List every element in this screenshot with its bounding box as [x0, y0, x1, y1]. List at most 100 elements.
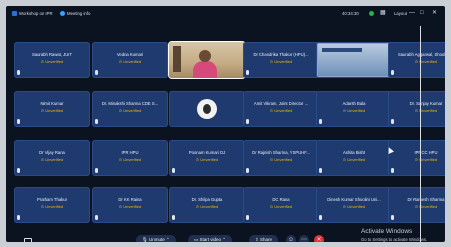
- participant-tile[interactable]: Dr. Sanjay Kumar ⊙ Unverified: [388, 91, 445, 127]
- verification-status: ⊙ Unverified: [269, 59, 293, 64]
- verification-status: ⊙ Unverified: [118, 108, 142, 113]
- start-video-label: Start video: [199, 237, 222, 242]
- participant-name: Vedna Kumari: [116, 52, 144, 57]
- unmute-button[interactable]: 🎙︎ Unmute ⌃: [136, 235, 176, 242]
- share-label: Share: [260, 237, 273, 242]
- participant-name: Saurabh Aggarwal, Shoolini ...: [397, 52, 445, 57]
- share-button[interactable]: ⇪ Share: [249, 235, 279, 242]
- verification-status: ⊙ Unverified: [414, 204, 438, 209]
- participant-tile[interactable]: Dr. Minakshi Sharma CDE S... ⊙ Unverified: [92, 91, 168, 127]
- participant-tile[interactable]: IPR HPU ⊙ Unverified: [92, 140, 168, 176]
- participant-tile[interactable]: Dr Ramesh Sharma ⊙ Unverified: [388, 187, 445, 223]
- emoji-icon: ☺: [287, 237, 295, 242]
- verification-status: ⊙ Unverified: [118, 157, 142, 162]
- participant-tile[interactable]: Amit Vikram, Joint Director ... ⊙ Unverif…: [243, 91, 319, 127]
- verification-status: ⊙ Unverified: [342, 157, 366, 162]
- participant-tile[interactable]: [169, 42, 245, 78]
- mic-muted-icon: [95, 70, 98, 75]
- meeting-window: Workshop on IPR Meeting info 40:34:30 ▦ …: [6, 6, 445, 242]
- mic-muted-icon: [17, 168, 20, 173]
- unmute-label: Unmute: [148, 237, 165, 242]
- verification-status: ⊙ Unverified: [342, 108, 366, 113]
- minimize-icon[interactable]: —: [409, 10, 415, 16]
- grid-icon[interactable]: ▦: [380, 10, 386, 16]
- start-video-button[interactable]: ▭ Start video ⌃: [188, 235, 233, 242]
- verification-status: ⊙ Unverified: [414, 157, 438, 162]
- verification-status: ⊙ Unverified: [40, 108, 64, 113]
- participant-tile[interactable]: Dr KK Raina ⊙ Unverified: [92, 187, 168, 223]
- participant-name: Saurabh Rawat, JUIT: [31, 52, 73, 57]
- participant-tile[interactable]: IPRCC HPU ⊙ Unverified: [388, 140, 445, 176]
- participant-name: Dr Vijay Rana: [39, 150, 65, 155]
- layout-button[interactable]: Layout: [394, 11, 407, 16]
- participant-tile[interactable]: Dr Vijay Rana ⊙ Unverified: [14, 140, 90, 176]
- participant-tile[interactable]: [316, 42, 392, 78]
- participant-name: IPR HPU: [121, 150, 139, 155]
- participant-tile[interactable]: DC Rana ⊙ Unverified: [243, 187, 319, 223]
- top-bar: Workshop on IPR Meeting info 40:34:30 ▦ …: [6, 6, 445, 28]
- meeting-timer: 40:34:30: [342, 11, 359, 16]
- meeting-info-text: Meeting info: [67, 11, 91, 16]
- mic-muted-icon: [246, 119, 249, 124]
- verification-status: ⊙ Unverified: [414, 59, 438, 64]
- video-background: [173, 46, 181, 72]
- mic-muted-icon: 🎙︎: [142, 237, 149, 242]
- mic-muted-icon: [17, 119, 20, 124]
- participant-name: IPRCC HPU: [414, 150, 438, 155]
- participant-name: Dr. Sanjay Kumar: [409, 101, 443, 106]
- chat-icon[interactable]: [24, 238, 32, 242]
- mic-muted-icon: [391, 168, 394, 173]
- mic-muted-icon: [391, 70, 394, 75]
- participant-tile[interactable]: Saurabh Rawat, JUIT ⊙ Unverified: [14, 42, 90, 78]
- participant-tile[interactable]: Vedna Kumari ⊙ Unverified: [92, 42, 168, 78]
- mic-muted-icon: [391, 119, 394, 124]
- close-icon: ✕: [316, 237, 322, 242]
- mic-muted-icon: [319, 119, 322, 124]
- mic-muted-icon: [246, 168, 249, 173]
- mic-muted-icon: [172, 168, 175, 173]
- more-button[interactable]: ⋯: [299, 235, 309, 242]
- participant-name: Dinesh Kumar Shoolini Uni...: [327, 197, 381, 202]
- verification-status: ⊙ Unverified: [342, 204, 366, 209]
- meeting-title[interactable]: Workshop on IPR: [12, 11, 53, 16]
- verification-status: ⊙ Unverified: [118, 204, 142, 209]
- participant-tile[interactable]: Dr Chandrika Thakur (HPU)... ⊙ Unverified: [243, 42, 319, 78]
- maximize-icon[interactable]: □: [420, 10, 424, 16]
- verification-status: ⊙ Unverified: [414, 108, 438, 113]
- verification-status: ⊙ Unverified: [40, 59, 64, 64]
- participant-name: Dr Ramesh Sharma: [407, 197, 445, 202]
- participant-tile[interactable]: Dr Rajnish Sharma, YSPUHF... ⊙ Unverified: [243, 140, 319, 176]
- verification-status: ⊙ Unverified: [40, 157, 64, 162]
- reactions-button[interactable]: ☺: [286, 235, 296, 242]
- participant-tile[interactable]: Pratham Thakur ⊙ Unverified: [14, 187, 90, 223]
- divider: [420, 26, 421, 242]
- participant-tile[interactable]: Dr. Shilpa Gupta ⊙ Unverified: [169, 187, 245, 223]
- participant-tile[interactable]: Ashita Bisht ⊙ Unverified: [316, 140, 392, 176]
- close-icon[interactable]: ✕: [432, 10, 437, 16]
- participant-name: Ashita Bisht: [342, 150, 366, 155]
- avatar: [197, 99, 217, 119]
- mic-muted-icon: [17, 215, 20, 220]
- participant-tile[interactable]: Dinesh Kumar Shoolini Uni... ⊙ Unverified: [316, 187, 392, 223]
- participant-video: [193, 61, 217, 78]
- verification-status: ⊙ Unverified: [40, 204, 64, 209]
- participant-tile[interactable]: Saurabh Aggarwal, Shoolini ... ⊙ Unverifi…: [388, 42, 445, 78]
- participant-name: Dr KK Raina: [118, 197, 142, 202]
- participant-name: Adarsh Bala: [342, 101, 366, 106]
- mic-muted-icon: [95, 119, 98, 124]
- verification-status: ⊙ Unverified: [195, 204, 219, 209]
- participant-video: [199, 50, 211, 62]
- shared-screen-bar: [322, 48, 362, 52]
- activate-windows-title: Activate Windows: [361, 228, 413, 235]
- participant-tile[interactable]: Adarsh Bala ⊙ Unverified: [316, 91, 392, 127]
- mic-muted-icon: [391, 215, 394, 220]
- participant-name: Dr Rajnish Sharma, YSPUHF...: [252, 150, 310, 155]
- leave-button[interactable]: ✕: [314, 235, 324, 242]
- participant-tile[interactable]: Nimit Kumar ⊙ Unverified: [14, 91, 90, 127]
- verification-status: ⊙ Unverified: [269, 108, 293, 113]
- participant-tile[interactable]: [169, 91, 245, 127]
- activate-windows-subtitle: Go to Settings to activate Windows.: [361, 237, 428, 242]
- meeting-info-button[interactable]: Meeting info: [60, 11, 90, 16]
- info-icon: [60, 11, 65, 16]
- participant-tile[interactable]: Poonam Kumari DJ ⊙ Unverified: [169, 140, 245, 176]
